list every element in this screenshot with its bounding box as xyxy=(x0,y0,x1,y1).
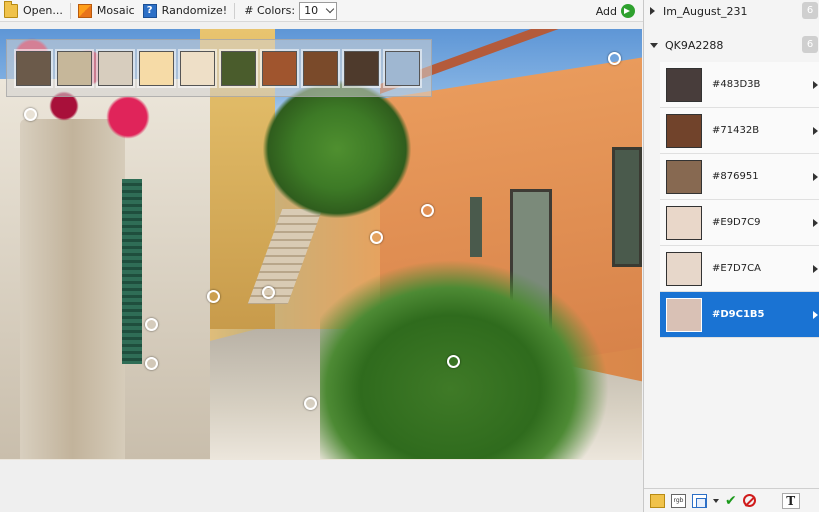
folder-icon xyxy=(4,0,18,18)
expand-arrow-icon[interactable] xyxy=(813,264,818,273)
color-count-badge: 6 xyxy=(802,2,818,19)
toolbar-separator xyxy=(234,2,236,19)
sample-point-marker[interactable] xyxy=(262,286,275,299)
canvas-background xyxy=(0,460,642,512)
cancel-icon[interactable] xyxy=(742,494,756,507)
toolbar-separator xyxy=(69,2,71,19)
palette-swatch[interactable] xyxy=(14,48,53,88)
panel-footer-toolbar: rgb ✔ T xyxy=(644,488,819,512)
sample-point-marker[interactable] xyxy=(304,397,317,410)
color-hex-value: #E9D7C9 xyxy=(712,217,761,228)
color-row[interactable]: #71432B xyxy=(660,108,819,154)
colors-count-select[interactable]: 10 xyxy=(299,1,338,20)
expand-arrow-icon[interactable] xyxy=(813,172,818,181)
color-chip xyxy=(666,205,702,240)
palette-swatch[interactable] xyxy=(137,48,176,88)
arrow-right-circle-icon xyxy=(621,4,635,18)
rgb-export-icon[interactable]: rgb xyxy=(671,493,686,508)
color-chip xyxy=(666,297,702,332)
mosaic-label: Mosaic xyxy=(96,4,135,17)
photo-canvas[interactable] xyxy=(0,29,642,460)
color-chip xyxy=(666,251,702,286)
palette-swatch[interactable] xyxy=(96,48,135,88)
color-row[interactable]: #E7D7CA xyxy=(660,246,819,292)
open-label: Open... xyxy=(23,4,63,17)
color-count-badge: 6 xyxy=(802,36,818,53)
caret-down-icon[interactable] xyxy=(713,498,719,503)
open-button[interactable]: Open... xyxy=(0,0,67,21)
new-folder-icon[interactable] xyxy=(650,493,665,508)
palette-swatch[interactable] xyxy=(301,48,340,88)
help-icon: ? xyxy=(142,3,157,18)
palette-swatch[interactable] xyxy=(178,48,217,88)
color-chip xyxy=(666,113,702,148)
sample-point-marker[interactable] xyxy=(370,231,383,244)
chevron-down-icon xyxy=(325,4,335,14)
expand-arrow-icon[interactable] xyxy=(813,80,818,89)
sample-point-marker[interactable] xyxy=(608,52,621,65)
expand-arrow-icon[interactable] xyxy=(813,218,818,227)
sample-point-marker[interactable] xyxy=(24,108,37,121)
randomize-button[interactable]: ? Randomize! xyxy=(139,1,232,21)
sample-point-marker[interactable] xyxy=(207,290,220,303)
palette-group-name: Im_August_231 xyxy=(663,4,748,18)
color-chip xyxy=(666,159,702,194)
color-row[interactable]: #D9C1B5 xyxy=(660,292,819,338)
color-list: #483D3B #71432B #876951 #E9D7C9 #E7D7CA … xyxy=(660,62,819,338)
palette-swatch[interactable] xyxy=(55,48,94,88)
check-icon[interactable]: ✔ xyxy=(725,494,737,508)
toolbar: Open... Mosaic ? Randomize! # Colors: 10… xyxy=(0,0,643,22)
color-row[interactable]: #876951 xyxy=(660,154,819,200)
add-label: Add xyxy=(595,4,617,18)
color-hex-value: #E7D7CA xyxy=(712,263,761,274)
palette-group-name: QK9A2288 xyxy=(665,38,724,52)
color-hex-value: #D9C1B5 xyxy=(712,309,765,320)
palette-swatch[interactable] xyxy=(219,48,258,88)
color-hex-value: #483D3B xyxy=(712,79,761,90)
palette-group-header[interactable]: Im_August_231 6 xyxy=(644,0,819,22)
expand-arrow-icon xyxy=(650,7,655,15)
text-tool-icon[interactable]: T xyxy=(781,492,800,509)
colors-count-value: 10 xyxy=(304,4,319,17)
palette-panel: Im_August_231 6 QK9A2288 6 #483D3B #7143… xyxy=(643,0,819,512)
sample-point-marker[interactable] xyxy=(145,318,158,331)
expand-arrow-icon[interactable] xyxy=(813,310,818,319)
expand-arrow-icon[interactable] xyxy=(813,126,818,135)
color-hex-value: #876951 xyxy=(712,171,759,182)
palette-swatch[interactable] xyxy=(383,48,422,88)
palette-swatch-bar xyxy=(6,39,432,97)
color-chip xyxy=(666,67,702,102)
mosaic-icon xyxy=(77,3,92,18)
sample-point-marker[interactable] xyxy=(145,357,158,370)
collapse-arrow-icon xyxy=(650,42,658,48)
sample-point-marker[interactable] xyxy=(447,355,460,368)
mosaic-button[interactable]: Mosaic xyxy=(74,1,139,21)
color-hex-value: #71432B xyxy=(712,125,760,136)
copy-icon[interactable] xyxy=(692,493,707,508)
color-row[interactable]: #E9D7C9 xyxy=(660,200,819,246)
colors-count-label: # Colors: xyxy=(244,4,296,17)
randomize-label: Randomize! xyxy=(161,4,228,17)
sample-point-marker[interactable] xyxy=(421,204,434,217)
palette-group-header[interactable]: QK9A2288 6 xyxy=(644,34,819,56)
palette-swatch[interactable] xyxy=(260,48,299,88)
palette-swatch[interactable] xyxy=(342,48,381,88)
add-button[interactable]: Add xyxy=(596,1,635,21)
color-row[interactable]: #483D3B xyxy=(660,62,819,108)
